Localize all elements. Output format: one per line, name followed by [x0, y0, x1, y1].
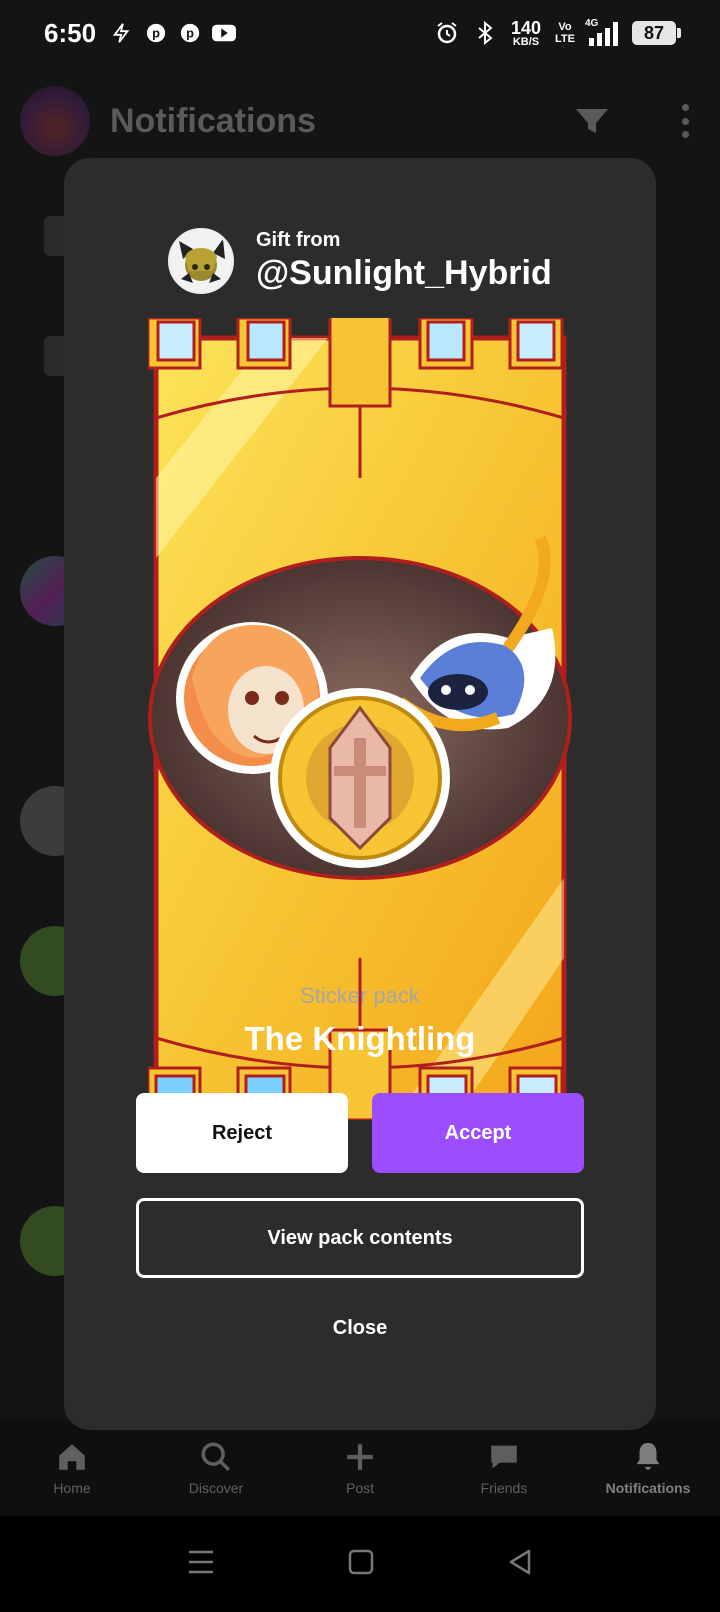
volte-indicator: Vo LTE	[555, 21, 575, 45]
view-pack-contents-button[interactable]: View pack contents	[136, 1198, 584, 1278]
profile-avatar[interactable]	[20, 86, 90, 156]
home-icon	[59, 1444, 85, 1470]
home-button-icon[interactable]	[348, 1549, 374, 1580]
gift-header: Gift from @Sunlight_Hybrid	[168, 228, 552, 294]
nav-home[interactable]: Home	[0, 1420, 144, 1516]
svg-text:p: p	[152, 26, 160, 41]
bolt-icon	[110, 21, 134, 45]
nav-notifications[interactable]: Notifications	[576, 1420, 720, 1516]
search-icon	[201, 1442, 231, 1472]
system-icons: 140 KB/S Vo LTE 4G 87	[435, 17, 681, 48]
gift-dialog: Gift from @Sunlight_Hybrid Sticker pack …	[64, 158, 656, 1430]
nav-post[interactable]: Post	[288, 1420, 432, 1516]
sender-username[interactable]: @Sunlight_Hybrid	[256, 254, 552, 293]
status-bar: 6:50 p p 140 KB/S Vo LTE 4G 87	[0, 0, 720, 66]
pack-name: The Knightling	[244, 1020, 476, 1057]
system-nav-bar	[0, 1516, 720, 1612]
plus-icon	[347, 1444, 373, 1470]
nav-friends[interactable]: Friends	[432, 1420, 576, 1516]
reject-button[interactable]: Reject	[136, 1093, 348, 1173]
gift-from-label: Gift from	[256, 229, 341, 251]
bottom-nav: Home Discover Post Friends Notifications	[0, 1420, 720, 1516]
net-speed: 140 KB/S	[510, 17, 542, 48]
accept-button[interactable]: Accept	[372, 1093, 584, 1173]
nav-discover[interactable]: Discover	[144, 1420, 288, 1516]
close-button[interactable]: Close	[260, 1298, 460, 1358]
menu-icon[interactable]	[187, 1549, 215, 1580]
signal-icon: 4G	[585, 18, 618, 46]
filter-icon[interactable]	[574, 107, 610, 135]
chat-icon	[491, 1445, 517, 1469]
pack-type-label: Sticker pack	[300, 983, 420, 1008]
back-icon[interactable]	[507, 1548, 533, 1581]
alarm-icon	[435, 21, 459, 45]
battery-icon: 87	[632, 21, 681, 45]
pinterest-icon: p	[144, 21, 168, 45]
bell-icon	[636, 1442, 660, 1470]
pinterest-icon: p	[178, 21, 202, 45]
more-options-icon[interactable]	[680, 104, 690, 138]
svg-text:p: p	[186, 26, 194, 41]
status-time: 6:50	[44, 17, 97, 48]
notification-icons: p p	[110, 21, 237, 45]
sender-avatar[interactable]	[168, 228, 234, 294]
bluetooth-icon	[473, 21, 497, 45]
page-title: Notifications	[110, 101, 316, 140]
youtube-icon	[212, 21, 237, 45]
